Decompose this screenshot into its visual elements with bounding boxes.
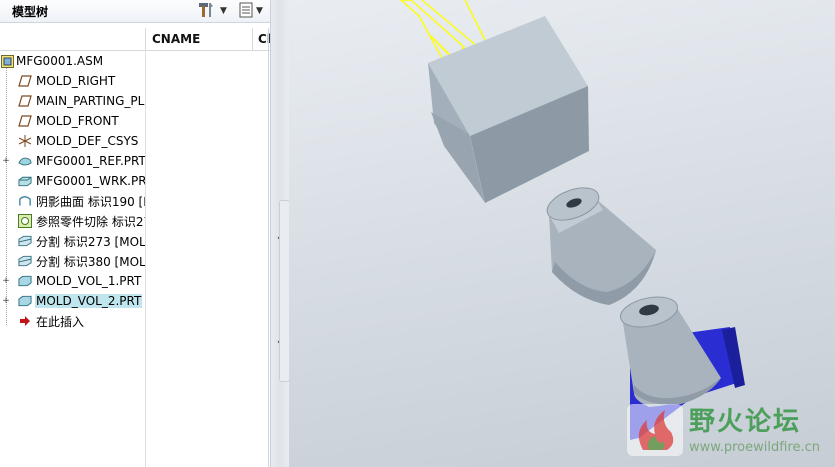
tree-item-label: MFG0001_WRK.PRT bbox=[36, 174, 145, 188]
tree-item-mfg0001-ref-prt[interactable]: + MFG0001_REF.PRT bbox=[0, 151, 145, 171]
tree-item-split-380[interactable]: 分割 标识380 [MOL bbox=[0, 251, 145, 271]
insert-here-arrow-icon bbox=[18, 314, 32, 328]
shadow-surface-icon bbox=[18, 194, 32, 208]
tree-item-mold-vol-2[interactable]: + MOLD_VOL_2.PRT bbox=[0, 291, 145, 311]
watermark-title: 野火论坛 bbox=[689, 407, 802, 437]
chevron-down-icon: ▼ bbox=[220, 6, 227, 16]
tree-item-label: 在此插入 bbox=[36, 314, 85, 329]
model-tree-title: 模型树 bbox=[12, 5, 49, 19]
flame-logo-icon bbox=[625, 402, 685, 461]
column-divider[interactable] bbox=[252, 28, 253, 50]
tree-settings-icon bbox=[198, 2, 218, 21]
column-header-row: CNAME Cl bbox=[0, 28, 271, 51]
tree-item-mold-def-csys[interactable]: MOLD_DEF_CSYS bbox=[0, 131, 145, 151]
tree-item-label: 分割 标识273 [MOL bbox=[36, 234, 145, 249]
tree-item-label: 参照零件切除 标识27 bbox=[36, 214, 145, 229]
model-tree-header: 模型树 ▼ ▼ bbox=[0, 0, 270, 23]
ref-cut-icon bbox=[18, 214, 32, 228]
tree-settings-button[interactable]: ▼ bbox=[198, 2, 227, 20]
csys-icon bbox=[18, 134, 32, 148]
datum-plane-icon bbox=[18, 94, 32, 108]
mold-volume-icon bbox=[18, 294, 32, 308]
tree-item-label: MAIN_PARTING_PL bbox=[36, 94, 145, 108]
tree-item-label: MFG0001.ASM bbox=[16, 54, 104, 68]
column-divider[interactable] bbox=[145, 28, 146, 50]
tree-item-label: 分割 标识380 [MOL bbox=[36, 254, 145, 269]
upper-cone-part[interactable] bbox=[543, 182, 656, 305]
model-canvas bbox=[399, 0, 745, 440]
tree-item-label: 阴影曲面 标识190 [P bbox=[36, 194, 145, 209]
tree-filter-button[interactable]: ▼ bbox=[238, 2, 263, 20]
datum-plane-icon bbox=[18, 114, 32, 128]
forum-watermark: 野火论坛 www.proewildfire.cn bbox=[623, 400, 828, 460]
expand-icon[interactable]: + bbox=[2, 157, 10, 166]
split-icon bbox=[18, 234, 32, 248]
tree-item-shadow-surface[interactable]: 阴影曲面 标识190 [P bbox=[0, 191, 145, 211]
mold-block-cube[interactable] bbox=[428, 16, 589, 203]
tree-item-label: MOLD_VOL_1.PRT bbox=[36, 274, 142, 288]
model-tree-panel: 模型树 ▼ ▼ CNAME Cl MFG0001.ASM MOLD_RIGHT … bbox=[0, 0, 271, 467]
watermark-url: www.proewildfire.cn bbox=[689, 440, 820, 455]
expand-icon[interactable]: + bbox=[2, 297, 10, 306]
assembly-icon bbox=[0, 54, 14, 68]
tree-item-ref-part-cutout[interactable]: 参照零件切除 标识27 bbox=[0, 211, 145, 231]
column-separator bbox=[145, 50, 146, 467]
tree-item-main-parting-pl[interactable]: MAIN_PARTING_PL bbox=[0, 91, 145, 111]
split-icon bbox=[18, 254, 32, 268]
tree-item-mold-vol-1[interactable]: + MOLD_VOL_1.PRT bbox=[0, 271, 145, 291]
tree-item-label: MOLD_RIGHT bbox=[36, 74, 116, 88]
workpiece-icon bbox=[18, 174, 32, 188]
tree-item-mold-right[interactable]: MOLD_RIGHT bbox=[0, 71, 145, 91]
column-header-cname[interactable]: CNAME bbox=[152, 32, 200, 46]
expand-icon[interactable]: + bbox=[2, 277, 10, 286]
graphics-viewport[interactable]: 野火论坛 www.proewildfire.cn bbox=[289, 0, 835, 467]
tree-item-label: MOLD_FRONT bbox=[36, 114, 119, 128]
tree-item-label: MOLD_DEF_CSYS bbox=[36, 134, 139, 148]
chevron-down-icon: ▼ bbox=[256, 6, 263, 16]
datum-plane-icon bbox=[18, 74, 32, 88]
ref-part-icon bbox=[18, 154, 32, 168]
tree-item-label: MFG0001_REF.PRT bbox=[36, 154, 145, 168]
tree-filter-icon bbox=[238, 2, 254, 21]
tree-item-label: MOLD_VOL_2.PRT bbox=[35, 294, 143, 308]
tree-item-mold-front[interactable]: MOLD_FRONT bbox=[0, 111, 145, 131]
mold-volume-icon bbox=[18, 274, 32, 288]
tree-item-mfg0001-asm[interactable]: MFG0001.ASM bbox=[0, 51, 145, 71]
tree-item-split-273[interactable]: 分割 标识273 [MOL bbox=[0, 231, 145, 251]
tree-item-insert-here[interactable]: 在此插入 bbox=[0, 311, 145, 331]
model-tree-list: MFG0001.ASM MOLD_RIGHT MAIN_PARTING_PL M… bbox=[0, 51, 145, 351]
tree-item-mfg0001-wrk-prt[interactable]: MFG0001_WRK.PRT bbox=[0, 171, 145, 191]
panel-edge bbox=[268, 28, 269, 467]
